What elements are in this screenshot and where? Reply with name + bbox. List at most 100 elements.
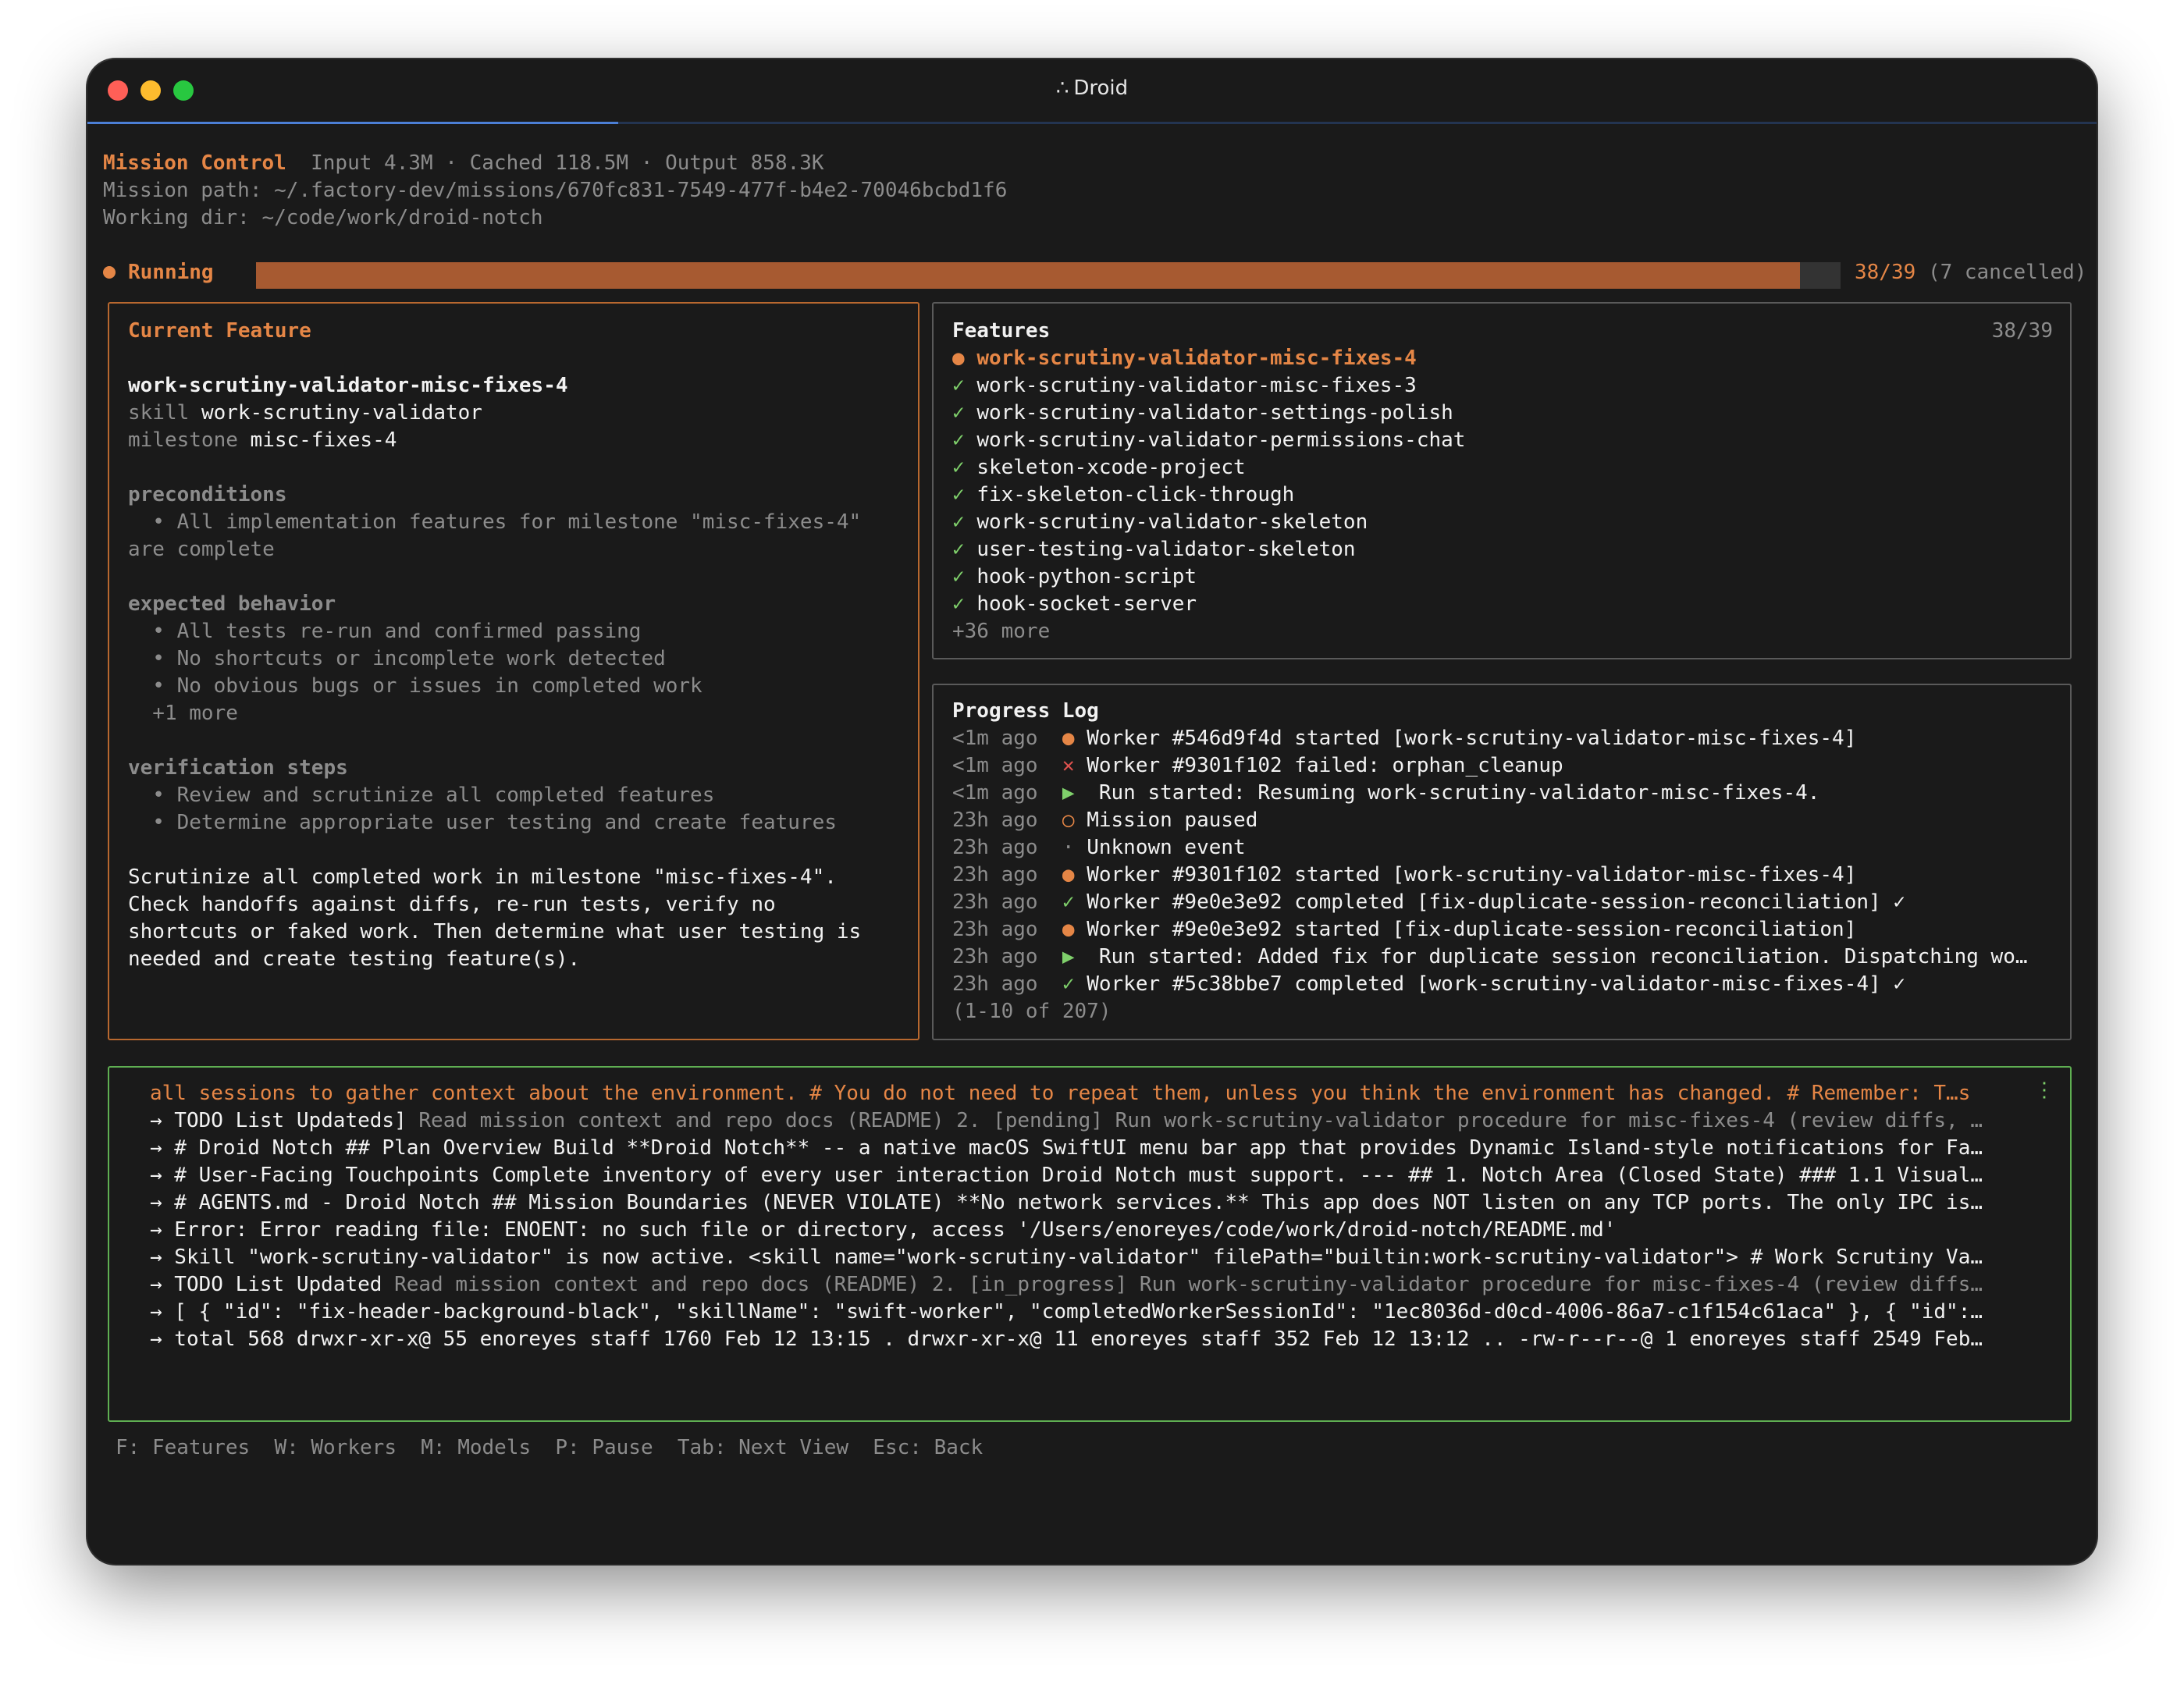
feature-milestone: milestone misc-fixes-4 — [128, 427, 397, 454]
key-hint[interactable]: P: Pause — [555, 1436, 653, 1459]
precondition-item: are complete — [128, 536, 275, 563]
log-text: Worker #546d9f4d started [work-scrutiny-… — [1087, 727, 1856, 750]
output-line: → # AGENTS.md - Droid Notch ## Mission B… — [150, 1189, 2008, 1217]
log-entry: 23h ago · Unknown event — [952, 834, 1246, 862]
log-time: 23h ago — [952, 890, 1038, 914]
log-time: <1m ago — [952, 727, 1038, 750]
log-status-icon: ○ — [1062, 809, 1075, 832]
log-time: 23h ago — [952, 945, 1038, 968]
active-dot-icon: ● — [952, 347, 965, 370]
log-text: Run started: Resuming work-scrutiny-vali… — [1087, 781, 1819, 805]
log-entry: 23h ago ● Worker #9301f102 started [work… — [952, 862, 1856, 889]
features-more[interactable]: +36 more — [952, 618, 1050, 645]
features-panel: Features 38/39 ● work-scrutiny-validator… — [932, 302, 2072, 659]
window-title: ∴Droid — [87, 76, 2097, 100]
mission-header: Mission Control Input 4.3M · Cached 118.… — [103, 150, 824, 177]
output-line: → TODO List Updated Read mission context… — [150, 1271, 2008, 1299]
feature-list-item[interactable]: ✓ fix-skeleton-click-through — [952, 482, 1294, 509]
feature-skill: skill work-scrutiny-validator — [128, 400, 482, 427]
feature-description: needed and create testing feature(s). — [128, 946, 580, 973]
output-line: → # Droid Notch ## Plan Overview Build *… — [150, 1135, 2008, 1162]
log-entry: 23h ago ▶ Run started: Added fix for dup… — [952, 944, 2028, 971]
check-icon: ✓ — [952, 456, 965, 479]
check-icon: ✓ — [952, 483, 965, 506]
log-status-icon: ▶ — [1062, 945, 1075, 968]
check-icon: ✓ — [952, 538, 965, 561]
log-time: 23h ago — [952, 809, 1038, 832]
log-pagination: (1-10 of 207) — [952, 998, 1112, 1025]
log-text: Run started: Added fix for duplicate ses… — [1087, 945, 2027, 968]
check-icon: ✓ — [952, 592, 965, 616]
log-status-icon: ✕ — [1062, 754, 1075, 777]
log-entry: <1m ago ▶ Run started: Resuming work-scr… — [952, 780, 1819, 807]
token-stats: Input 4.3M · Cached 118.5M · Output 858.… — [311, 151, 823, 175]
log-time: <1m ago — [952, 754, 1038, 777]
feature-list-item[interactable]: ✓ hook-socket-server — [952, 591, 1197, 618]
key-hint[interactable]: M: Models — [421, 1436, 531, 1459]
droid-logo-icon: ∴ — [1056, 76, 1069, 100]
status-dot-icon — [103, 266, 116, 279]
feature-list-item[interactable]: ✓ user-testing-validator-skeleton — [952, 536, 1356, 563]
tab-strip — [87, 122, 2097, 124]
mission-path: Mission path: ~/.factory-dev/missions/67… — [103, 177, 1007, 204]
log-text: Worker #9301f102 failed: orphan_cleanup — [1087, 754, 1563, 777]
feature-list-item[interactable]: ✓ work-scrutiny-validator-skeleton — [952, 509, 1368, 536]
features-count: 38/39 — [1992, 318, 2053, 345]
scroll-more-icon[interactable]: ⋮ — [2034, 1079, 2054, 1102]
status-label: Running — [128, 258, 214, 287]
check-icon: ✓ — [952, 401, 965, 425]
droid-window: ∴Droid Mission Control Input 4.3M · Cach… — [87, 59, 2097, 1564]
expected-item: • No obvious bugs or issues in completed… — [128, 673, 703, 700]
output-line: → [ { "id": "fix-header-background-black… — [150, 1299, 2008, 1326]
log-status-icon: ● — [1062, 727, 1075, 750]
output-first-line: all sessions to gather context about the… — [150, 1080, 2008, 1107]
feature-name: work-scrutiny-validator-settings-polish — [976, 401, 1453, 425]
feature-list-item[interactable]: ✓ hook-python-script — [952, 563, 1197, 591]
key-hint[interactable]: Tab: Next View — [678, 1436, 848, 1459]
key-hint[interactable]: W: Workers — [274, 1436, 397, 1459]
feature-list-item[interactable]: ✓ skeleton-xcode-project — [952, 454, 1246, 482]
log-text: Worker #9e0e3e92 started [fix-duplicate-… — [1087, 918, 1856, 941]
feature-name: fix-skeleton-click-through — [976, 483, 1294, 506]
log-entry: <1m ago ✕ Worker #9301f102 failed: orpha… — [952, 752, 1563, 780]
log-entry: <1m ago ● Worker #546d9f4d started [work… — [952, 725, 1856, 752]
expected-item: • All tests re-run and confirmed passing — [128, 618, 641, 645]
active-tab-indicator[interactable] — [87, 122, 618, 124]
feature-name: skeleton-xcode-project — [976, 456, 1245, 479]
log-status-icon: ✓ — [1062, 890, 1075, 914]
output-line: → TODO List Updateds] Read mission conte… — [150, 1107, 2008, 1135]
check-icon: ✓ — [952, 428, 965, 452]
log-entry: 23h ago ○ Mission paused — [952, 807, 1257, 834]
log-text: Worker #5c38bbe7 completed [work-scrutin… — [1087, 972, 1905, 996]
feature-description: Scrutinize all completed work in milesto… — [128, 864, 837, 891]
log-entry: 23h ago ● Worker #9e0e3e92 started [fix-… — [952, 916, 1856, 944]
feature-list-item[interactable]: ● work-scrutiny-validator-misc-fixes-4 — [952, 345, 1417, 372]
panel-title: Progress Log — [952, 698, 1099, 725]
panel-title: Current Feature — [128, 318, 311, 345]
log-status-icon: · — [1062, 836, 1075, 859]
output-stream-panel[interactable]: all sessions to gather context about the… — [108, 1066, 2072, 1422]
feature-description: shortcuts or faked work. Then determine … — [128, 919, 861, 946]
check-icon: ✓ — [952, 374, 965, 397]
key-hint[interactable]: Esc: Back — [873, 1436, 983, 1459]
mission-title: Mission Control — [103, 151, 286, 175]
progress-count: 38/39 (7 cancelled) — [1855, 258, 2086, 287]
verification-heading: verification steps — [128, 755, 348, 782]
feature-name: work-scrutiny-validator-misc-fixes-4 — [976, 347, 1417, 370]
feature-description: Check handoffs against diffs, re-run tes… — [128, 891, 776, 919]
log-status-icon: ▶ — [1062, 781, 1075, 805]
feature-list-item[interactable]: ✓ work-scrutiny-validator-settings-polis… — [952, 400, 1453, 427]
current-feature-panel: Current Feature work-scrutiny-validator-… — [108, 302, 919, 1040]
log-time: <1m ago — [952, 781, 1038, 805]
title-bar: ∴Droid — [87, 59, 2097, 122]
progress-bar-fill — [256, 262, 1800, 289]
progress-log-panel: Progress Log <1m ago ● Worker #546d9f4d … — [932, 684, 2072, 1040]
panel-title: Features — [952, 318, 1050, 345]
feature-list-item[interactable]: ✓ work-scrutiny-validator-permissions-ch… — [952, 427, 1465, 454]
key-hint[interactable]: F: Features — [116, 1436, 250, 1459]
feature-list-item[interactable]: ✓ work-scrutiny-validator-misc-fixes-3 — [952, 372, 1417, 400]
log-status-icon: ● — [1062, 918, 1075, 941]
feature-name: user-testing-validator-skeleton — [976, 538, 1355, 561]
log-text: Worker #9301f102 started [work-scrutiny-… — [1087, 863, 1856, 887]
feature-name: work-scrutiny-validator-permissions-chat — [976, 428, 1465, 452]
